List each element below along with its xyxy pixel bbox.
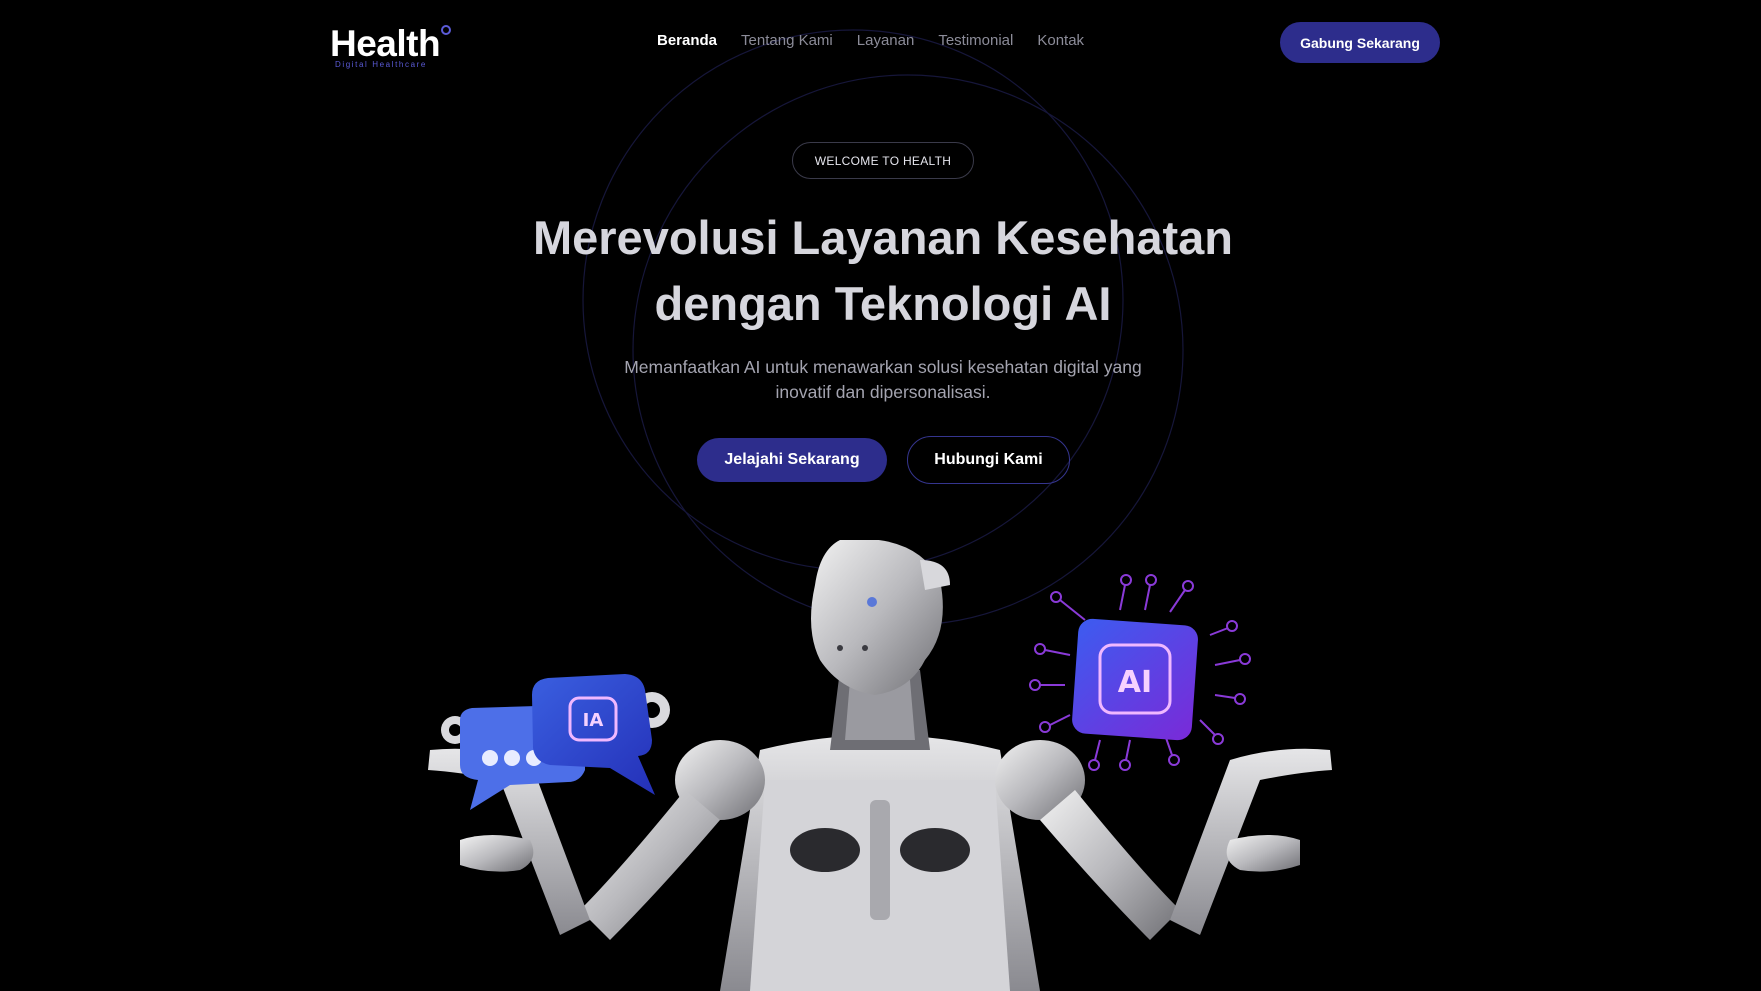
logo-tagline: Digital Healthcare (335, 60, 427, 69)
hero-title-line-2: dengan Teknologi AI (654, 277, 1112, 330)
welcome-badge: WELCOME TO HEALTH (792, 142, 974, 179)
chip-badge: AI (1118, 665, 1152, 700)
nav-link-kontak[interactable]: Kontak (1037, 32, 1084, 52)
hero-title-line-1: Merevolusi Layanan Kesehatan (532, 211, 1234, 264)
hero-title: Merevolusi Layanan Kesehatan dengan Tekn… (480, 205, 1286, 337)
ai-chip-icon: AI (1029, 574, 1251, 771)
nav-link-layanan[interactable]: Layanan (857, 32, 915, 52)
hero-subtitle-line-2: inovatif dan dipersonalisasi. (775, 382, 991, 402)
nav-link-testimonial[interactable]: Testimonial (938, 32, 1013, 52)
brand-logo[interactable]: Health Digital Healthcare (330, 22, 460, 72)
nav-link-beranda[interactable]: Beranda (657, 32, 717, 52)
chat-bubble-badge: IA (583, 710, 604, 731)
landing-page: Health Digital Healthcare Beranda Tentan… (0, 0, 1761, 991)
explore-now-button[interactable]: Jelajahi Sekarang (697, 438, 887, 482)
main-nav: Beranda Tentang Kami Layanan Testimonial… (657, 32, 1084, 52)
nav-link-tentang-kami[interactable]: Tentang Kami (741, 32, 833, 52)
hero-subtitle-line-1: Memanfaatkan AI untuk menawarkan solusi … (624, 357, 1142, 377)
contact-us-button[interactable]: Hubungi Kami (907, 436, 1070, 484)
logo-dot-icon (441, 25, 451, 35)
robot-illustration: IA AI (428, 540, 1332, 991)
join-now-button[interactable]: Gabung Sekarang (1280, 22, 1440, 63)
hero-subtitle: Memanfaatkan AI untuk menawarkan solusi … (580, 355, 1186, 405)
